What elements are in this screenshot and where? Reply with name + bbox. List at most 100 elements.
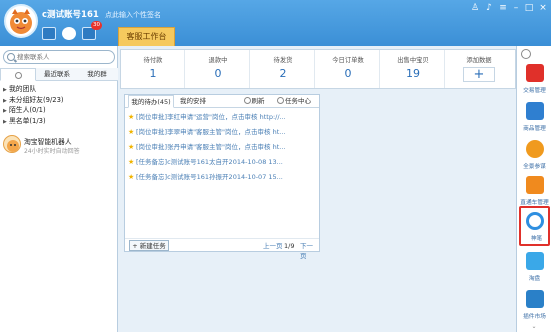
panorama-icon <box>526 140 544 158</box>
sidebar-item-shenbi[interactable]: 神笔 <box>519 206 550 246</box>
username[interactable]: c测试账号161 <box>42 8 99 20</box>
ztc-icon <box>526 176 544 194</box>
card-icon[interactable] <box>42 27 56 40</box>
sidebar-item-label: 全景参谋 <box>523 164 546 170</box>
refresh-button[interactable]: 刷新 <box>238 95 270 108</box>
group-item[interactable]: ▶ 未分组好友(9/23) <box>0 95 118 106</box>
maximize-icon[interactable]: □ <box>524 3 534 13</box>
new-task-button[interactable]: + 新建任务 <box>129 240 169 251</box>
group-item[interactable]: ▶ 陌生人(0/1) <box>0 105 118 116</box>
group-label: 黑名单(1/3) <box>9 116 46 125</box>
task-center-button[interactable]: 任务中心 <box>273 95 315 108</box>
task-row[interactable]: ★ [任务备忘]c测试账号161孙振开2014-10-07 15... <box>125 171 319 184</box>
sidebar-item-label: 交易管理 <box>523 88 546 94</box>
tab-contacts[interactable] <box>0 68 36 81</box>
user-avatar[interactable] <box>4 4 38 38</box>
prev-page-link[interactable]: 上一页 <box>263 241 283 251</box>
tab-groups[interactable]: 我的群 <box>78 68 116 81</box>
contacts-panel: 最近联系 我的群 ▶我的团队 ▶未分组好友(9/23) ▶陌生人(0/1) ▶黑… <box>0 46 118 332</box>
task-text: [岗位审批]张丹申请"客服主管"岗位，点击审核 ht... <box>136 143 286 151</box>
stat-add-data: 添加数据 + <box>447 50 511 88</box>
person-icon <box>14 72 22 79</box>
stat-label: 待付款 <box>143 57 163 64</box>
shenbi-icon <box>526 212 544 230</box>
task-footer: + 新建任务 上一页 1/9 下一页 <box>125 238 319 260</box>
sidebar-item-label: 商品管理 <box>523 126 546 132</box>
shirt-icon[interactable]: ♙ <box>470 3 480 13</box>
sidebar-item-label: 直通车管理 <box>520 200 549 206</box>
stat-value: 19 <box>406 67 420 80</box>
contact-tabs: 最近联系 我的群 <box>0 68 118 81</box>
task-row[interactable]: ★ [任务备忘]c测试账号161太自开2014-10-08 13... <box>125 156 319 169</box>
stat-items-on-sale[interactable]: 出售中宝贝 19 <box>381 50 445 88</box>
stat-today-orders[interactable]: 今日订单数 0 <box>316 50 380 88</box>
group-item[interactable]: ▶ 我的团队 <box>0 84 118 95</box>
group-label: 未分组好友(9/23) <box>9 95 64 104</box>
search-box[interactable] <box>3 50 115 64</box>
app-icon[interactable] <box>62 27 76 40</box>
stat-label: 今日订单数 <box>332 57 364 64</box>
stat-value: 0 <box>214 67 222 80</box>
stats-panel: 待付款 1 退款中 0 待发货 2 今日订单数 0 出售中宝贝 19 添加数据 … <box>120 49 516 89</box>
sidebar-item-plugin-market[interactable]: 插件市场 <box>519 286 550 326</box>
robot-name: 淘宝智能机器人 <box>24 138 72 146</box>
stat-label: 待发货 <box>273 57 293 64</box>
group-item[interactable]: ▶ 黑名单(1/3) <box>0 116 118 127</box>
stat-value: 1 <box>149 67 157 80</box>
star-icon: ★ <box>128 173 135 181</box>
bell-icon[interactable]: ♪ <box>484 3 494 13</box>
workbench-tab[interactable]: 客服工作台 <box>118 27 175 46</box>
sidebar-item-taopan[interactable]: 淘盘 <box>519 248 550 288</box>
stat-pending-shipment[interactable]: 待发货 2 <box>251 50 315 88</box>
scroll-down-icon[interactable]: ⌄ <box>527 323 541 330</box>
settings-icon[interactable] <box>521 49 531 59</box>
plugin-sidebar: 交易管理 商品管理 全景参谋 直通车管理 神笔 淘盘 插件市场 ⌄ <box>516 46 551 332</box>
refresh-label: 刷新 <box>251 97 265 105</box>
robot-subtitle: 24小时实时自动回答 <box>24 148 80 155</box>
task-panel: 我的待办(45) 我的安排 刷新 任务中心 ★ [岗位审批]李红申请"运营"岗位，… <box>124 94 320 260</box>
signature-field[interactable]: 点此输入个性签名 <box>105 10 161 20</box>
tab-my-schedule[interactable]: 我的安排 <box>177 95 209 108</box>
task-text: [任务备忘]c测试账号161太自开2014-10-08 13... <box>136 158 283 166</box>
stat-value: 0 <box>344 67 352 80</box>
robot-avatar-icon <box>3 135 21 153</box>
star-icon: ★ <box>128 128 135 136</box>
star-icon: ★ <box>128 158 135 166</box>
task-tabs: 我的待办(45) 我的安排 刷新 任务中心 <box>125 95 319 108</box>
sidebar-item-label: 插件市场 <box>523 314 546 320</box>
task-row[interactable]: ★ [岗位审批]李翠申请"客服主管"岗位，点击审核 ht... <box>125 126 319 139</box>
robot-contact[interactable]: 淘宝智能机器人 24小时实时自动回答 <box>3 135 115 155</box>
menu-icon[interactable]: ≡ <box>498 3 508 13</box>
stat-label: 添加数据 <box>466 57 492 64</box>
message-badge: 30 <box>91 21 102 30</box>
trade-icon <box>526 64 544 82</box>
sidebar-item-label: 淘盘 <box>528 276 541 282</box>
tab-my-todo[interactable]: 我的待办(45) <box>128 95 174 108</box>
group-label: 陌生人(0/1) <box>9 106 46 114</box>
tab-recent[interactable]: 最近联系 <box>38 68 76 81</box>
search-icon <box>7 53 15 61</box>
minimize-icon[interactable]: – <box>511 3 521 13</box>
group-list: ▶ 我的团队 ▶ 未分组好友(9/23) ▶ 陌生人(0/1) ▶ 黑名单(1/3) <box>0 84 118 126</box>
add-data-button[interactable]: + <box>463 67 495 82</box>
next-page-link[interactable]: 下一页 <box>300 241 319 261</box>
task-row[interactable]: ★ [岗位审批]李红申请"运营"岗位，点击审核 http://... <box>125 111 319 124</box>
sidebar-item-goods[interactable]: 商品管理 <box>519 98 550 138</box>
task-text: [岗位审批]李翠申请"客服主管"岗位，点击审核 ht... <box>136 128 286 136</box>
plugin-market-icon <box>526 290 544 308</box>
task-center-icon <box>277 97 284 104</box>
close-icon[interactable]: × <box>538 3 548 13</box>
group-label: 我的团队 <box>9 85 37 93</box>
search-input[interactable] <box>17 52 112 62</box>
stat-label: 出售中宝贝 <box>397 57 429 64</box>
stat-pending-payment[interactable]: 待付款 1 <box>121 50 185 88</box>
star-icon: ★ <box>128 113 135 121</box>
sidebar-item-panorama[interactable]: 全景参谋 <box>519 136 550 176</box>
sidebar-item-trade[interactable]: 交易管理 <box>519 60 550 100</box>
taopan-icon <box>526 252 544 270</box>
task-row[interactable]: ★ [岗位审批]张丹申请"客服主管"岗位，点击审核 ht... <box>125 141 319 154</box>
stat-refunding[interactable]: 退款中 0 <box>186 50 250 88</box>
sidebar-item-label: 神笔 <box>530 236 543 242</box>
stat-value: 2 <box>279 67 287 80</box>
task-text: [任务备忘]c测试账号161孙振开2014-10-07 15... <box>136 173 283 181</box>
